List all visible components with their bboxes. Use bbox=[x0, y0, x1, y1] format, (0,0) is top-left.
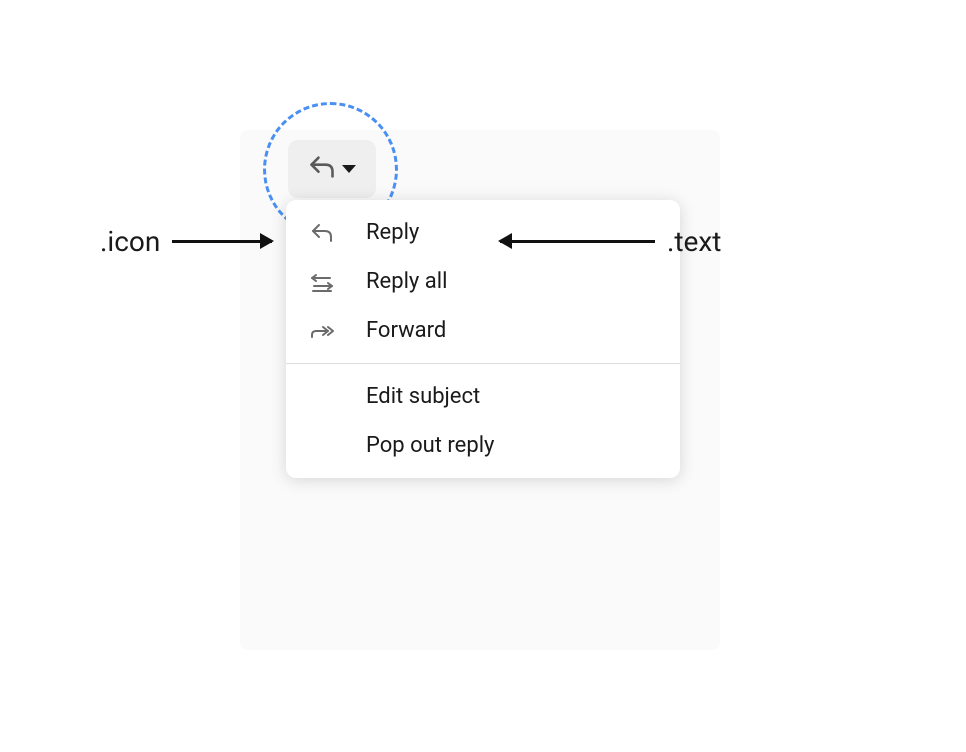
menu-item-label: Pop out reply bbox=[366, 433, 494, 458]
menu-item-edit-subject[interactable]: Edit subject bbox=[286, 372, 680, 421]
arrow-left-icon bbox=[500, 240, 655, 243]
menu-item-reply-all[interactable]: Reply all bbox=[286, 257, 680, 306]
arrow-right-icon bbox=[172, 240, 272, 243]
menu-item-label: Reply bbox=[366, 220, 419, 245]
menu-item-pop-out-reply[interactable]: Pop out reply bbox=[286, 421, 680, 470]
menu-item-label: Edit subject bbox=[366, 384, 480, 409]
empty-icon-slot bbox=[310, 434, 342, 458]
menu-item-label: Forward bbox=[366, 318, 446, 343]
annotation-label: .text bbox=[667, 225, 721, 258]
annotation-icon: .icon bbox=[100, 225, 272, 258]
empty-icon-slot bbox=[310, 385, 342, 409]
reply-all-icon bbox=[310, 270, 342, 294]
menu-divider bbox=[286, 363, 680, 364]
annotation-label: .icon bbox=[100, 225, 160, 258]
menu-item-forward[interactable]: Forward bbox=[286, 306, 680, 355]
forward-icon bbox=[310, 319, 342, 343]
menu-item-label: Reply all bbox=[366, 269, 447, 294]
reply-icon bbox=[310, 221, 342, 245]
annotation-text: .text bbox=[500, 225, 721, 258]
